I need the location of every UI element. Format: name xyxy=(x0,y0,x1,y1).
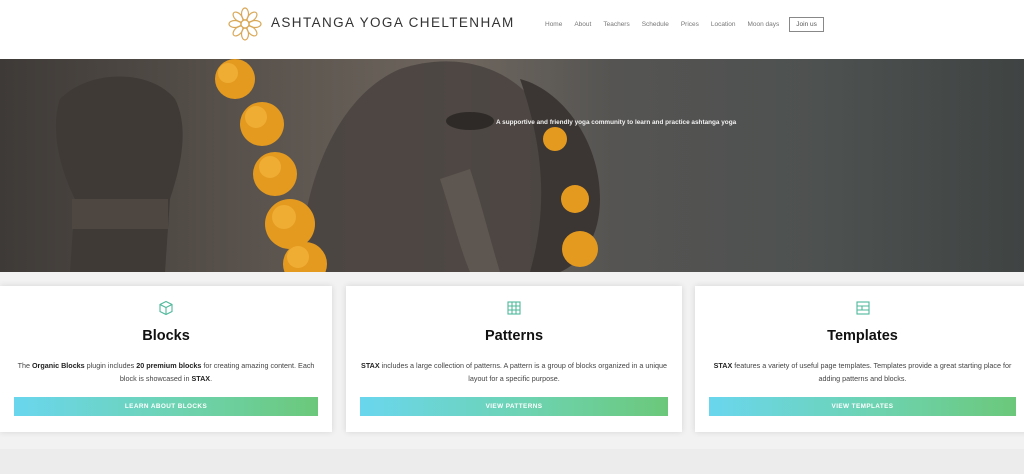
desc-bold: 20 premium blocks xyxy=(136,361,202,370)
nav-item-moon-days[interactable]: Moon days xyxy=(747,21,779,28)
desc-bold: STAX xyxy=(713,361,733,370)
desc-bold: Organic Blocks xyxy=(31,361,85,370)
card-blocks: Blocks The Organic Blocks plugin include… xyxy=(0,286,332,432)
mandala-logo-icon[interactable] xyxy=(227,5,263,43)
join-us-button[interactable]: Join us xyxy=(789,17,824,32)
site-title[interactable]: ASHTANGA YOGA CHELTENHAM xyxy=(271,15,515,30)
nav-item-home[interactable]: Home xyxy=(545,21,562,28)
card-title: Templates xyxy=(827,328,898,344)
learn-about-blocks-button[interactable]: LEARN ABOUT BLOCKS xyxy=(14,397,318,416)
view-templates-button[interactable]: VIEW TEMPLATES xyxy=(709,397,1016,416)
view-patterns-button[interactable]: VIEW PATTERNS xyxy=(360,397,668,416)
layout-icon xyxy=(855,301,870,315)
card-title: Blocks xyxy=(142,328,190,344)
card-description: STAX includes a large collection of patt… xyxy=(360,359,668,385)
hero-tagline: A supportive and friendly yoga community… xyxy=(496,119,737,126)
desc-text: plugin includes xyxy=(84,361,137,370)
card-description: STAX features a variety of useful page t… xyxy=(709,359,1016,385)
desc-text: . xyxy=(210,374,213,383)
card-title: Patterns xyxy=(484,328,544,344)
desc-text: The xyxy=(17,361,32,370)
nav-item-teachers[interactable]: Teachers xyxy=(603,21,629,28)
cube-icon xyxy=(159,300,173,316)
nav-item-prices[interactable]: Prices xyxy=(681,21,699,28)
desc-bold: STAX xyxy=(191,374,211,383)
grid-icon xyxy=(507,301,521,315)
nav-item-schedule[interactable]: Schedule xyxy=(642,21,669,28)
site-header: ASHTANGA YOGA CHELTENHAM Home About Teac… xyxy=(0,0,1024,59)
nav-item-about[interactable]: About xyxy=(574,21,591,28)
desc-bold: STAX xyxy=(361,361,380,370)
desc-text: includes a large collection of patterns.… xyxy=(379,361,667,383)
hero-banner: A supportive and friendly yoga community… xyxy=(0,59,1024,272)
card-templates: Templates STAX features a variety of use… xyxy=(695,286,1024,432)
card-patterns: Patterns STAX includes a large collectio… xyxy=(346,286,682,432)
desc-text: features a variety of useful page templa… xyxy=(732,361,1012,383)
nav-item-location[interactable]: Location xyxy=(711,21,736,28)
footer-strip xyxy=(0,449,1024,474)
card-description: The Organic Blocks plugin includes 20 pr… xyxy=(14,359,318,385)
main-nav: Home About Teachers Schedule Prices Loca… xyxy=(545,17,824,32)
ganesha-statue-image xyxy=(55,59,600,272)
